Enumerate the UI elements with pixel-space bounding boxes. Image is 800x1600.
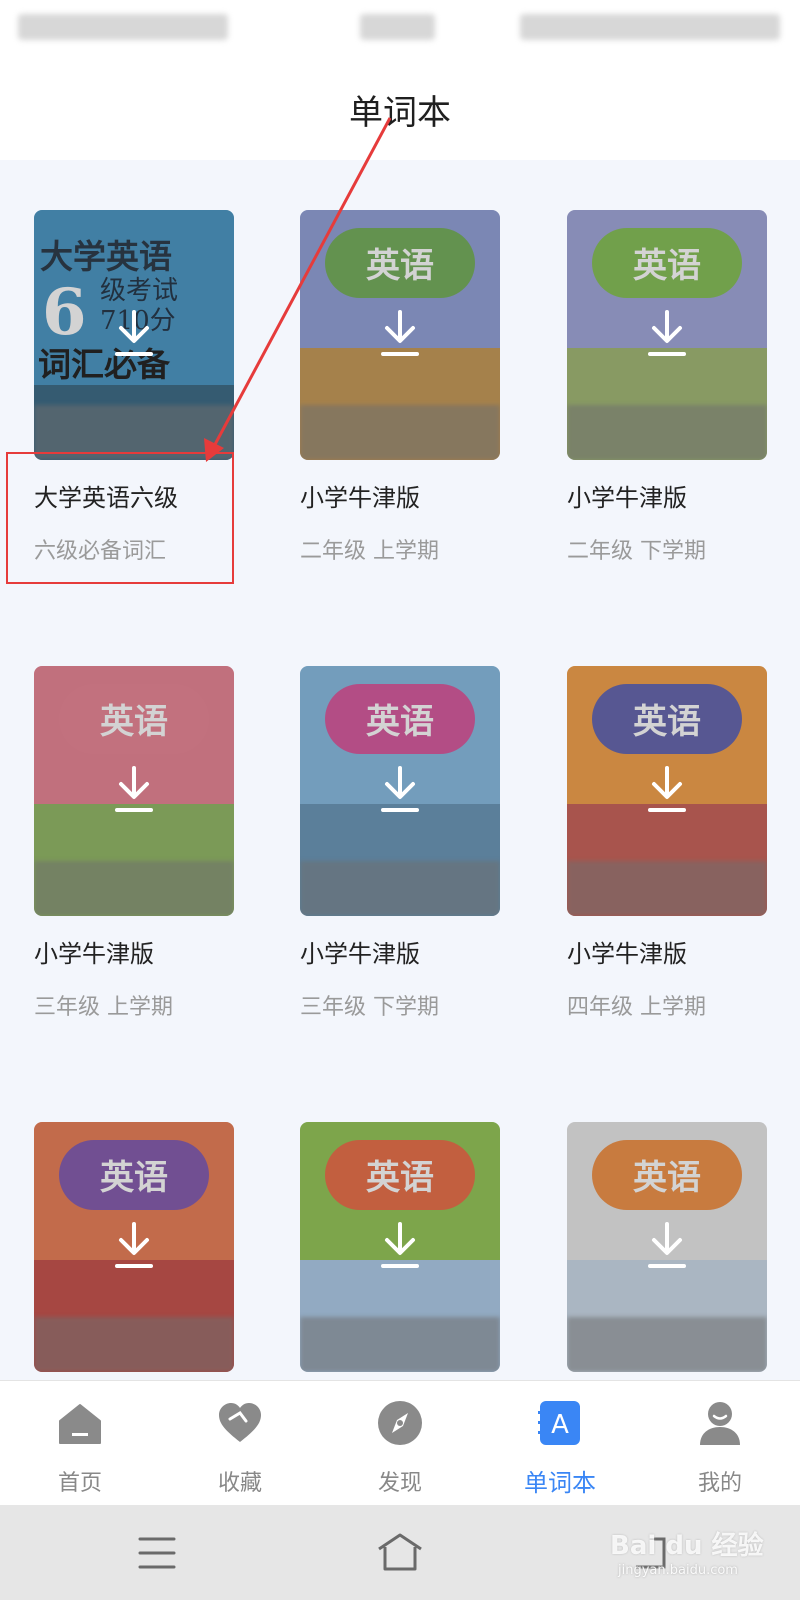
profile-icon bbox=[700, 1402, 740, 1445]
book-subtitle: 二年级 下学期 bbox=[567, 539, 706, 564]
book-name: 小学牛津版 bbox=[567, 940, 687, 968]
book-cover[interactable]: 英语 bbox=[34, 1122, 234, 1372]
book-cover[interactable]: 英语 bbox=[300, 210, 500, 460]
book-subtitle: 四年级 上学期 bbox=[567, 995, 706, 1020]
tab-label: 首页 bbox=[57, 1471, 102, 1496]
status-carrier-blur bbox=[18, 14, 228, 40]
tab-discover[interactable]: 发现 bbox=[320, 1381, 480, 1506]
book-name: 小学牛津版 bbox=[300, 940, 420, 968]
tab-profile[interactable]: 我的 bbox=[640, 1381, 800, 1506]
download-icon[interactable] bbox=[114, 766, 154, 814]
svg-text:A: A bbox=[551, 1410, 569, 1440]
tab-label: 收藏 bbox=[217, 1471, 262, 1496]
tab-label: 发现 bbox=[377, 1471, 422, 1496]
book-subtitle: 三年级 上学期 bbox=[34, 995, 173, 1020]
book-name: 小学牛津版 bbox=[300, 484, 420, 512]
watermark-logo: Bai du 经验 bbox=[610, 1531, 764, 1561]
system-nav-bar: Bai du 经验 jingyan.baidu.com bbox=[0, 1505, 800, 1600]
download-icon[interactable] bbox=[380, 766, 420, 814]
book-cover[interactable]: 英语 bbox=[34, 666, 234, 916]
bottom-tab-bar: 首页 收藏 发现 A 单词本 我的 bbox=[0, 1380, 800, 1505]
home-icon bbox=[59, 1404, 101, 1444]
download-icon[interactable] bbox=[647, 1222, 687, 1270]
menu-icon[interactable] bbox=[132, 1533, 182, 1573]
header: 单词本 bbox=[0, 60, 800, 160]
watermark-url: jingyan.baidu.com bbox=[618, 1563, 738, 1578]
heart-icon bbox=[219, 1403, 261, 1442]
book-cover[interactable]: 英语 bbox=[300, 666, 500, 916]
tab-label: 单词本 bbox=[524, 1469, 596, 1497]
status-time-blur bbox=[360, 14, 435, 40]
download-icon[interactable] bbox=[647, 766, 687, 814]
book-cover[interactable]: 英语 bbox=[567, 210, 767, 460]
download-icon[interactable] bbox=[647, 310, 687, 358]
book-cover[interactable]: 大学英语 6 级考试 710分 词汇必备 bbox=[34, 210, 234, 460]
home-nav-icon[interactable] bbox=[375, 1533, 425, 1573]
book-subtitle: 三年级 下学期 bbox=[300, 995, 439, 1020]
book-cover[interactable]: 英语 bbox=[300, 1122, 500, 1372]
book-subtitle: 二年级 上学期 bbox=[300, 539, 439, 564]
book-cover[interactable]: 英语 bbox=[567, 1122, 767, 1372]
compass-icon bbox=[378, 1401, 422, 1445]
tab-home[interactable]: 首页 bbox=[0, 1381, 160, 1506]
status-icons-blur bbox=[520, 14, 780, 40]
download-icon[interactable] bbox=[380, 310, 420, 358]
page-title: 单词本 bbox=[349, 93, 451, 133]
tab-label: 我的 bbox=[697, 1471, 742, 1496]
status-bar bbox=[0, 0, 800, 60]
book-cover[interactable]: 英语 bbox=[567, 666, 767, 916]
book-grid: 大学英语 6 级考试 710分 词汇必备 大学英语六级 六级必备词汇 英语 小学… bbox=[0, 160, 800, 1380]
tab-vocabulary-book[interactable]: A 单词本 bbox=[480, 1381, 640, 1506]
download-icon[interactable] bbox=[114, 1222, 154, 1270]
download-icon[interactable] bbox=[380, 1222, 420, 1270]
book-name: 小学牛津版 bbox=[34, 940, 154, 968]
book-name: 小学牛津版 bbox=[567, 484, 687, 512]
annotation-highlight-box bbox=[6, 452, 234, 584]
tab-favorites[interactable]: 收藏 bbox=[160, 1381, 320, 1506]
vocabulary-book-icon: A bbox=[538, 1401, 580, 1445]
download-icon[interactable] bbox=[114, 310, 154, 358]
